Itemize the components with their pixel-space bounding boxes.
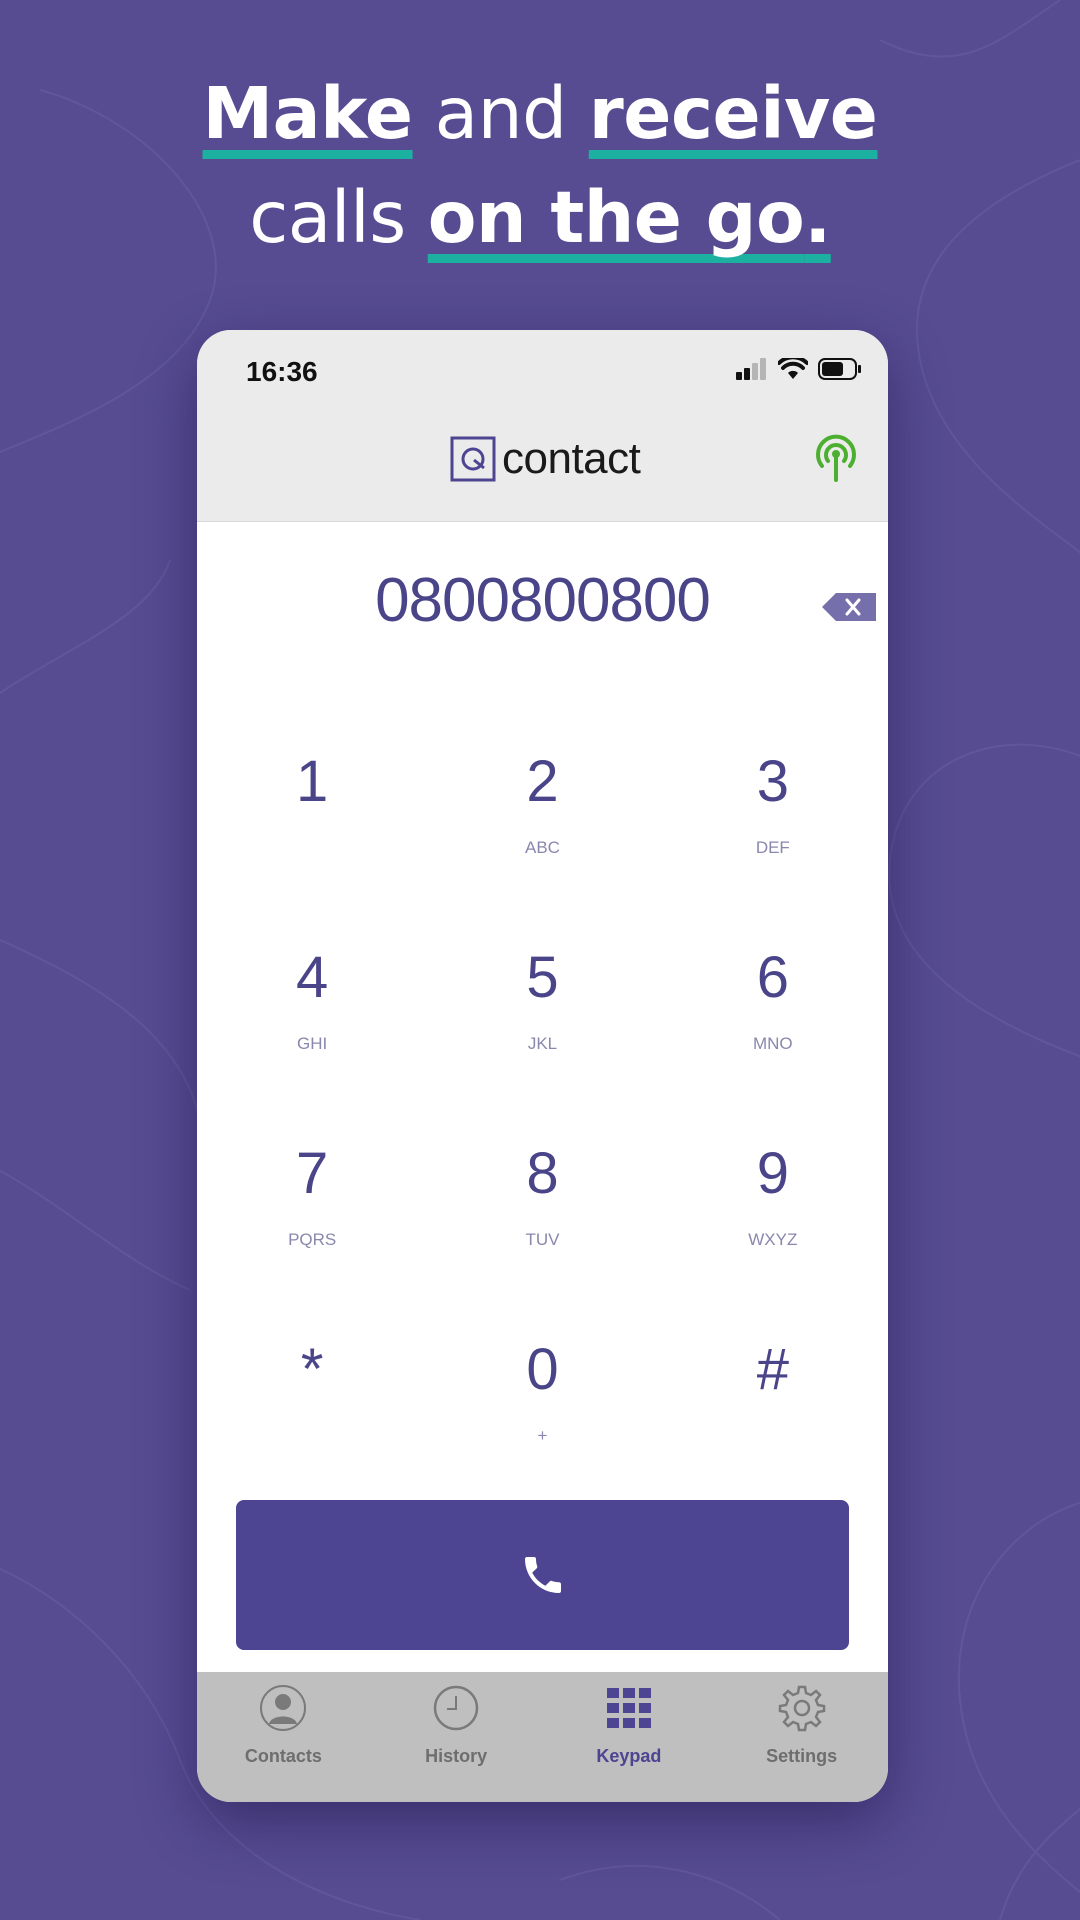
- key-digit: 2: [526, 749, 559, 814]
- clock-icon: [433, 1685, 479, 1731]
- headline-word-receive: receive: [588, 72, 878, 155]
- keypad: 1 2 ABC 3 DEF 4 GHI 5 JKL 6 MNO 7 PQRS 8: [197, 710, 888, 1494]
- key-0[interactable]: 0 +: [427, 1298, 657, 1494]
- status-icons: [736, 358, 862, 380]
- key-letters: MNO: [752, 1034, 793, 1053]
- key-6[interactable]: 6 MNO: [658, 906, 888, 1102]
- tab-label: Keypad: [596, 1746, 662, 1766]
- keypad-icon: [606, 1688, 651, 1728]
- tab-keypad[interactable]: Keypad: [543, 1672, 716, 1802]
- app-header: contact: [197, 414, 888, 522]
- key-letters: ABC: [525, 838, 560, 857]
- key-digit: 0: [526, 1337, 559, 1402]
- key-letters: JKL: [527, 1034, 558, 1053]
- headline: Make and receive calls on the go.: [0, 62, 1080, 270]
- status-bar: 16:36: [197, 330, 888, 414]
- headline-period: .: [804, 176, 831, 259]
- battery-icon: [818, 358, 861, 380]
- tab-bar: Contacts History Keypad Settings: [197, 1672, 888, 1802]
- app-logo: contact: [450, 434, 641, 484]
- tab-contacts[interactable]: Contacts: [197, 1672, 370, 1802]
- key-digit: 4: [296, 945, 329, 1010]
- key-digit: *: [300, 1337, 324, 1402]
- backspace-icon[interactable]: [822, 593, 876, 621]
- key-letters: WXYZ: [748, 1230, 798, 1249]
- tab-history[interactable]: History: [370, 1672, 543, 1802]
- key-1[interactable]: 1: [197, 710, 427, 906]
- key-digit: 9: [756, 1141, 789, 1206]
- key-star[interactable]: *: [197, 1298, 427, 1494]
- at-q-logo-icon: [450, 436, 496, 482]
- headline-line-2: calls on the go.: [0, 166, 1080, 270]
- key-digit: 5: [526, 945, 559, 1010]
- key-letters: DEF: [755, 838, 790, 857]
- key-4[interactable]: 4 GHI: [197, 906, 427, 1102]
- broadcast-icon[interactable]: [814, 434, 858, 484]
- key-digit: 3: [756, 749, 789, 814]
- status-time: 16:36: [246, 356, 318, 387]
- cellular-signal-icon: [736, 358, 766, 380]
- phone-icon: [524, 1557, 561, 1593]
- headline-line-1: Make and receive: [0, 62, 1080, 166]
- key-letters: GHI: [297, 1034, 328, 1053]
- logo-text: contact: [502, 434, 641, 483]
- key-digit: 8: [526, 1141, 559, 1206]
- key-digit: 1: [296, 749, 329, 814]
- wifi-icon: [778, 358, 808, 379]
- phone-frame: 16:36 contact 0800800800 1 2 ABC 3 DEF 4…: [197, 330, 888, 1802]
- key-3[interactable]: 3 DEF: [658, 710, 888, 906]
- key-letters: PQRS: [288, 1230, 337, 1249]
- key-digit: #: [756, 1337, 789, 1402]
- key-9[interactable]: 9 WXYZ: [658, 1102, 888, 1298]
- dialed-number-row: 0800800800: [197, 535, 888, 685]
- headline-phrase-on-the-go: on the go: [427, 176, 805, 259]
- key-digit: 6: [756, 945, 789, 1010]
- key-5[interactable]: 5 JKL: [427, 906, 657, 1102]
- tab-label: Settings: [766, 1746, 838, 1766]
- key-7[interactable]: 7 PQRS: [197, 1102, 427, 1298]
- tab-label: History: [425, 1746, 488, 1766]
- key-hash[interactable]: #: [658, 1298, 888, 1494]
- headline-word-calls: calls: [249, 176, 406, 259]
- tab-settings[interactable]: Settings: [715, 1672, 888, 1802]
- key-2[interactable]: 2 ABC: [427, 710, 657, 906]
- headline-word-and: and: [434, 72, 568, 155]
- dialed-number[interactable]: 0800800800: [197, 565, 888, 636]
- headline-word-make: Make: [202, 72, 414, 155]
- key-8[interactable]: 8 TUV: [427, 1102, 657, 1298]
- key-digit: 7: [296, 1141, 329, 1206]
- gear-icon: [778, 1685, 825, 1732]
- key-letters: TUV: [525, 1230, 560, 1249]
- tab-label: Contacts: [244, 1746, 322, 1766]
- person-icon: [260, 1685, 307, 1731]
- call-button[interactable]: [236, 1500, 849, 1650]
- key-letters: +: [537, 1426, 548, 1445]
